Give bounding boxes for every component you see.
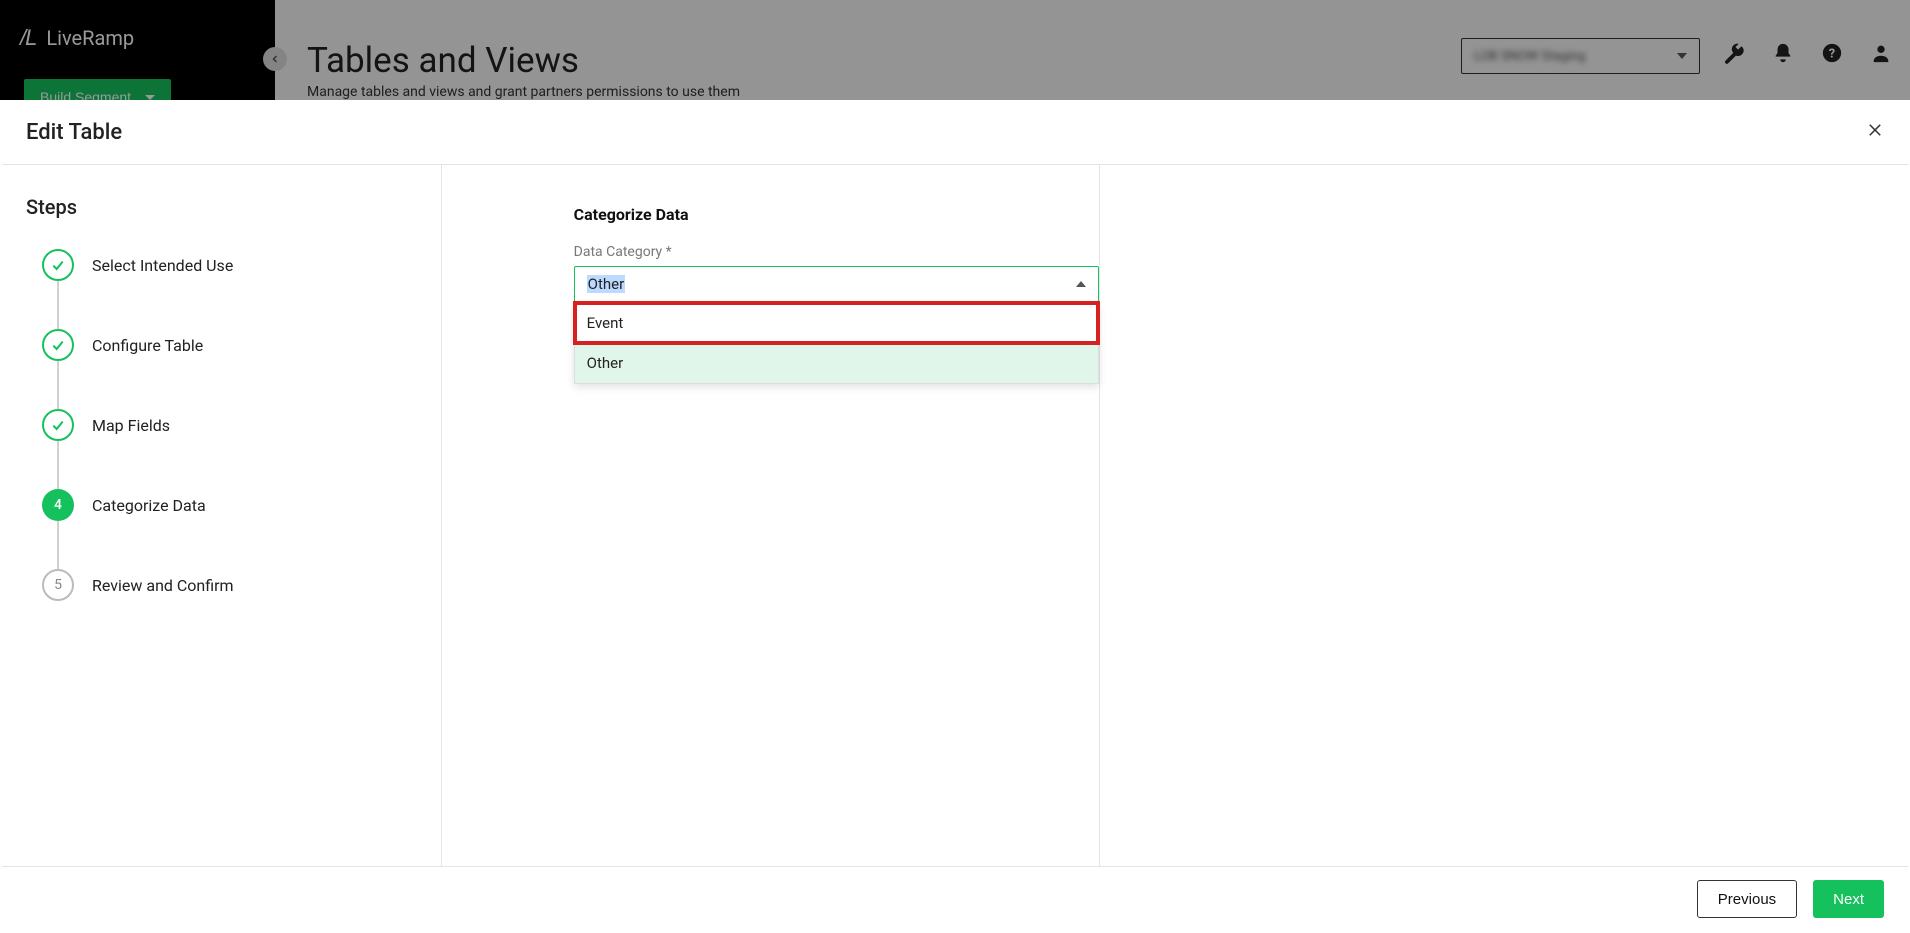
next-button[interactable]: Next [1813,880,1884,918]
step-review-confirm[interactable]: 5 Review and Confirm [42,569,417,601]
modal-header: Edit Table [2,100,1908,165]
edit-table-modal: Edit Table Steps Select Intended Use Con… [2,100,1908,931]
section-title: Categorize Data [574,205,1099,224]
dropdown-option-event[interactable]: Event [575,303,1098,343]
step-map-fields[interactable]: Map Fields [42,409,417,441]
data-category-select[interactable]: Other Event Other [574,266,1099,302]
step-done-badge [42,409,74,441]
modal-title: Edit Table [26,120,122,145]
close-icon[interactable] [1866,121,1884,143]
dropdown-option-other[interactable]: Other [575,343,1098,383]
step-connector [42,281,417,329]
step-pending-badge: 5 [42,569,74,601]
field-label-data-category: Data Category * [574,244,1099,260]
step-active-badge: 4 [42,489,74,521]
step-label: Select Intended Use [92,256,233,275]
modal-footer: Previous Next [2,866,1908,931]
step-done-badge [42,249,74,281]
step-label: Review and Confirm [92,576,234,595]
modal-right-spacer [1100,165,1908,866]
step-label: Configure Table [92,336,203,355]
select-value: Other [587,275,626,293]
step-connector [42,361,417,409]
step-categorize-data[interactable]: 4 Categorize Data [42,489,417,521]
step-label: Categorize Data [92,496,206,515]
step-select-intended-use[interactable]: Select Intended Use [42,249,417,281]
steps-heading: Steps [26,195,417,219]
caret-up-icon [1076,281,1086,287]
step-connector [42,441,417,489]
step-done-badge [42,329,74,361]
step-configure-table[interactable]: Configure Table [42,329,417,361]
modal-scrim [0,0,1910,100]
data-category-dropdown: Event Other [574,303,1099,384]
steps-sidebar: Steps Select Intended Use Configure Tabl… [2,165,442,866]
modal-content: Categorize Data Data Category * Other Ev… [442,165,1100,866]
step-connector [42,521,417,569]
step-label: Map Fields [92,416,170,435]
previous-button[interactable]: Previous [1697,880,1797,918]
